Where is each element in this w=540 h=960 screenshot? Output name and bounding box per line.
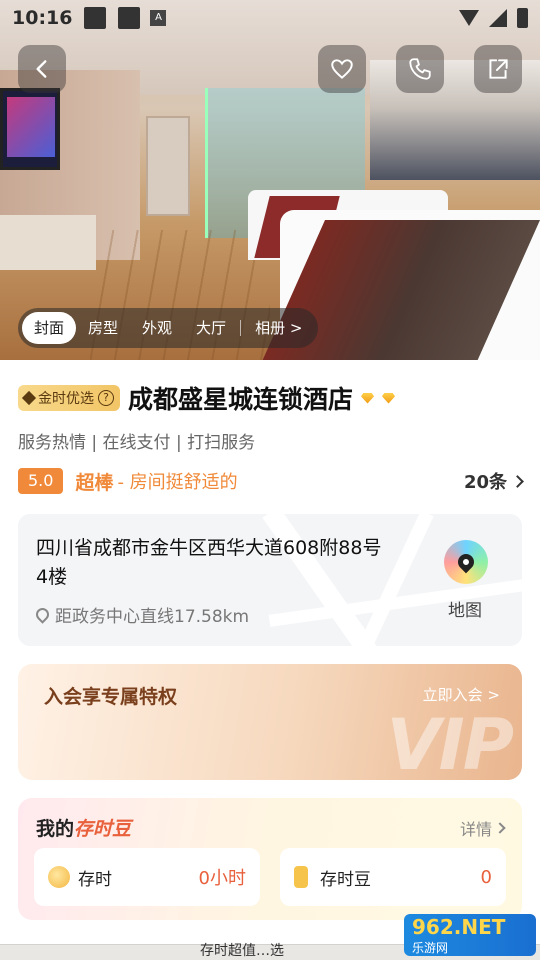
time-beans-label: 存时豆 [320,869,371,890]
hotel-cover-photo[interactable] [0,0,540,360]
time-beans-box[interactable]: 存时豆 0 [280,848,506,906]
vip-watermark: VIP [386,704,514,780]
time-beans-card: 我的存时豆 详情 存时 0小时 存时豆 0 [18,798,522,920]
help-icon: ? [98,390,114,406]
title-prefix: 我的 [36,818,75,840]
rating-score: 5.0 [18,468,64,494]
vip-title: 入会享专属特权 [44,686,178,708]
heart-icon [331,59,353,79]
watermark-line2: 乐游网 [412,940,449,955]
chevron-left-icon [36,60,47,78]
clock-coin-icon [48,866,70,888]
badge-label: 金时优选 [38,391,94,407]
notification-icon [118,7,141,29]
status-time: 10:16 [12,7,73,29]
distance-text: 距政务中心直线17.58km [55,607,250,627]
hotel-name: 成都盛星城连锁酒店 [128,385,354,414]
distance-info: 距政务中心直线17.58km [33,602,250,627]
map-label[interactable]: 地图 [448,596,482,621]
tab-lobby[interactable]: 大厅 [184,312,238,344]
gold-select-badge[interactable]: 金时优选 ? [18,385,120,411]
rating-row[interactable]: 5.0 超棒 - 房间挺舒适的 20条 [18,466,524,496]
chevron-right-icon [494,822,506,834]
photo-tv [0,88,60,170]
tab-divider [240,320,242,336]
vip-membership-card[interactable]: VIP 入会享专属特权 立即入会 > [18,664,522,780]
beans-detail-link[interactable]: 详情 [459,816,506,840]
tab-exterior[interactable]: 外观 [130,312,184,344]
notification-icon [84,7,107,29]
tab-cover[interactable]: 封面 [22,312,77,344]
call-button[interactable] [396,45,444,93]
time-beans-title: 我的存时豆 [36,814,131,841]
site-watermark-logo: 962.NET 乐游网 [404,914,536,956]
stored-time-box[interactable]: 存时 0小时 [34,848,260,906]
review-count: 20条 [463,472,507,493]
watermark-line1: 962.NET [412,914,506,939]
wifi-icon [459,10,479,26]
review-count-link[interactable]: 20条 [463,468,524,494]
detail-label: 详情 [459,820,492,839]
notification-a-icon: A [150,10,167,26]
hotel-title-row: 金时优选 ? 成都盛星城连锁酒店 [18,380,396,416]
tab-album[interactable]: 相册 > [243,312,314,344]
join-membership-link[interactable]: 立即入会 > [423,684,500,705]
photo-category-tabs: 封面 房型 外观 大厅 相册 > [18,308,319,348]
chevron-right-icon [511,474,524,488]
map-pin-icon [454,550,478,574]
share-button[interactable] [474,45,522,93]
hotel-service-tags: 服务热情 | 在线支付 | 打扫服务 [18,433,256,453]
photo-door [146,116,190,216]
time-beans-value: 0 [480,866,492,888]
back-button[interactable] [18,45,66,93]
favorite-button[interactable] [318,45,366,93]
map-button[interactable] [444,540,488,584]
rating-grade: 超棒 [75,471,114,494]
share-icon [489,59,508,79]
location-pin-icon [33,605,52,624]
battery-icon [517,8,528,28]
bean-phone-icon [294,866,308,888]
hotel-address: 四川省成都市金牛区西华大道608附88号4楼 [36,537,382,588]
bottom-hint: 存时超值…选 [200,943,284,959]
stored-time-value: 0小时 [198,868,246,889]
photo-desk [0,215,96,270]
review-highlight: - 房间挺舒适的 [117,472,238,493]
title-highlight: 存时豆 [74,818,132,840]
gem-icon [382,392,396,404]
stored-time-label: 存时 [78,869,112,890]
status-bar: 10:16 A [0,0,540,36]
tab-room-type[interactable]: 房型 [76,312,130,344]
signal-icon [489,9,507,27]
diamond-icon [21,390,37,406]
address-card[interactable]: 四川省成都市金牛区西华大道608附88号4楼 距政务中心直线17.58km 地图 [18,514,522,646]
gem-icon [361,392,375,404]
phone-icon [409,58,431,80]
